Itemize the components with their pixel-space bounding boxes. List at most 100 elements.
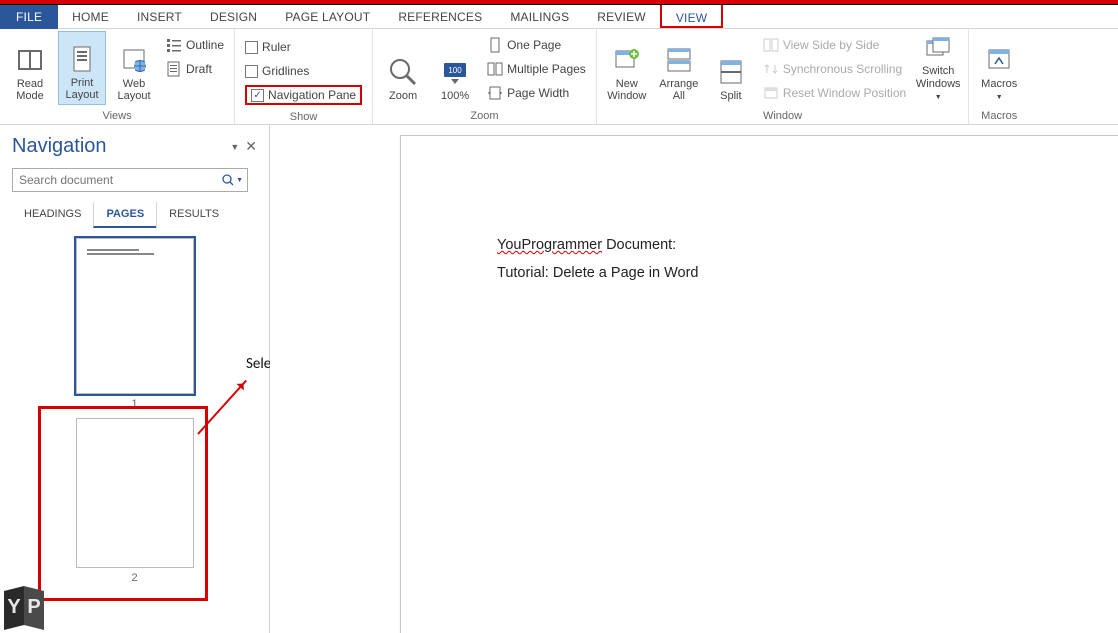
gridlines-check-icon <box>245 65 258 78</box>
title-bar <box>0 0 1118 5</box>
read-mode-button[interactable]: Read Mode <box>6 31 54 105</box>
navigation-close-icon[interactable]: ✕ <box>245 138 257 155</box>
yp-logo-icon: Y P <box>0 583 50 633</box>
tab-file[interactable]: FILE <box>0 5 58 29</box>
search-input[interactable] <box>13 173 218 187</box>
zoom-button[interactable]: Zoom <box>379 31 427 105</box>
navigation-pane-checkbox[interactable]: Navigation Pane <box>245 85 362 105</box>
web-layout-button[interactable]: Web Layout <box>110 31 158 105</box>
document-area[interactable]: YouProgrammer Document: Tutorial: Delete… <box>270 125 1118 633</box>
one-page-label: One Page <box>507 38 561 52</box>
page-width-label: Page Width <box>507 86 569 100</box>
ruler-check-icon <box>245 41 258 54</box>
page-thumbnails: 1 2 <box>12 234 257 633</box>
group-zoom: Zoom 100 100% One Page Multiple Pages Pa… <box>373 29 597 124</box>
group-show: Ruler Gridlines Navigation Pane Show <box>235 29 373 124</box>
tab-design[interactable]: DESIGN <box>196 5 271 29</box>
search-dropdown-icon[interactable]: ▼ <box>236 177 243 184</box>
zoom-icon <box>387 56 419 88</box>
macros-button[interactable]: Macros▼ <box>975 31 1023 105</box>
nav-tab-results[interactable]: RESULTS <box>156 202 231 228</box>
thumbnail-page-1[interactable]: 1 <box>12 238 257 410</box>
navigation-tabs: HEADINGS PAGES RESULTS <box>12 202 257 228</box>
tab-home[interactable]: HOME <box>58 5 123 29</box>
svg-text:P: P <box>27 596 40 618</box>
draft-label: Draft <box>186 62 212 76</box>
split-label: Split <box>720 90 741 103</box>
navigation-pane: Navigation ▼ ✕ ▼ HEADINGS PAGES RESULTS <box>0 125 270 633</box>
sync-scroll-button: Synchronous Scrolling <box>763 59 906 79</box>
multiple-pages-label: Multiple Pages <box>507 62 586 76</box>
arrange-all-button[interactable]: Arrange All <box>655 31 703 105</box>
nav-tab-headings[interactable]: HEADINGS <box>12 202 93 228</box>
hundred-percent-button[interactable]: 100 100% <box>431 31 479 105</box>
split-button[interactable]: Split <box>707 31 755 105</box>
group-views-label: Views <box>6 108 228 124</box>
read-mode-icon <box>14 44 46 76</box>
nav-tab-pages[interactable]: PAGES <box>93 202 156 228</box>
search-icon[interactable] <box>222 174 234 186</box>
doc-line-1-rest: Document: <box>602 237 676 253</box>
tab-view[interactable]: VIEW <box>660 4 723 28</box>
group-window: New Window Arrange All Split View Side b… <box>597 29 969 124</box>
svg-text:Y: Y <box>7 596 21 618</box>
macros-icon <box>983 44 1015 76</box>
doc-line-2: Tutorial: Delete a Page in Word <box>497 260 1023 288</box>
gridlines-checkbox[interactable]: Gridlines <box>245 61 362 81</box>
new-window-button[interactable]: New Window <box>603 31 651 105</box>
ruler-checkbox[interactable]: Ruler <box>245 37 362 57</box>
one-page-button[interactable]: One Page <box>487 35 586 55</box>
tab-insert[interactable]: INSERT <box>123 5 196 29</box>
draft-icon <box>166 61 182 77</box>
content-area: Navigation ▼ ✕ ▼ HEADINGS PAGES RESULTS <box>0 125 1118 633</box>
print-layout-button[interactable]: Print Layout <box>58 31 106 105</box>
navigation-dropdown-icon[interactable]: ▼ <box>230 142 239 152</box>
read-mode-label: Read Mode <box>6 78 54 103</box>
page-width-button[interactable]: Page Width <box>487 83 586 103</box>
search-box[interactable]: ▼ <box>12 168 248 192</box>
tab-references[interactable]: REFERENCES <box>384 5 496 29</box>
reset-position-button: Reset Window Position <box>763 83 906 103</box>
split-icon <box>715 56 747 88</box>
side-by-side-label: View Side by Side <box>783 38 880 52</box>
group-macros: Macros▼ Macros <box>969 29 1029 124</box>
hundred-percent-icon: 100 <box>439 56 471 88</box>
print-layout-icon <box>66 43 98 75</box>
tab-mailings[interactable]: MAILINGS <box>496 5 583 29</box>
multiple-pages-icon <box>487 61 503 77</box>
ribbon-tab-strip: FILE HOME INSERT DESIGN PAGE LAYOUT REFE… <box>0 5 1118 29</box>
document-page[interactable]: YouProgrammer Document: Tutorial: Delete… <box>400 135 1118 633</box>
ribbon: Read Mode Print Layout Web Layout Outlin… <box>0 29 1118 125</box>
tab-page-layout[interactable]: PAGE LAYOUT <box>271 5 384 29</box>
draft-button[interactable]: Draft <box>166 59 224 79</box>
new-window-label: New Window <box>603 78 651 103</box>
tab-review[interactable]: REVIEW <box>583 5 660 29</box>
group-show-label: Show <box>241 109 366 125</box>
gridlines-label: Gridlines <box>262 64 309 78</box>
print-layout-label: Print Layout <box>59 77 105 102</box>
arrange-all-label: Arrange All <box>655 78 703 103</box>
doc-line-1-word: YouProgrammer <box>497 237 602 253</box>
group-window-label: Window <box>603 108 962 124</box>
hundred-percent-label: 100% <box>441 90 469 103</box>
page-width-icon <box>487 85 503 101</box>
ruler-label: Ruler <box>262 40 291 54</box>
web-layout-icon <box>118 44 150 76</box>
macros-label: Macros▼ <box>981 78 1017 103</box>
switch-windows-button[interactable]: Switch Windows ▼ <box>914 31 962 105</box>
navigation-pane-check-icon <box>251 89 264 102</box>
annotation-highlight-box <box>38 406 208 601</box>
multiple-pages-button[interactable]: Multiple Pages <box>487 59 586 79</box>
navigation-pane-label: Navigation Pane <box>268 88 356 102</box>
sync-scroll-icon <box>763 61 779 77</box>
zoom-label: Zoom <box>389 90 417 103</box>
switch-windows-label: Switch Windows ▼ <box>914 65 962 103</box>
navigation-title: Navigation <box>12 135 107 158</box>
outline-label: Outline <box>186 38 224 52</box>
doc-line-1: YouProgrammer Document: <box>497 232 1023 260</box>
reset-position-label: Reset Window Position <box>783 86 906 100</box>
switch-windows-icon <box>922 35 954 63</box>
side-by-side-icon <box>763 37 779 53</box>
outline-button[interactable]: Outline <box>166 35 224 55</box>
view-side-by-side-button: View Side by Side <box>763 35 906 55</box>
